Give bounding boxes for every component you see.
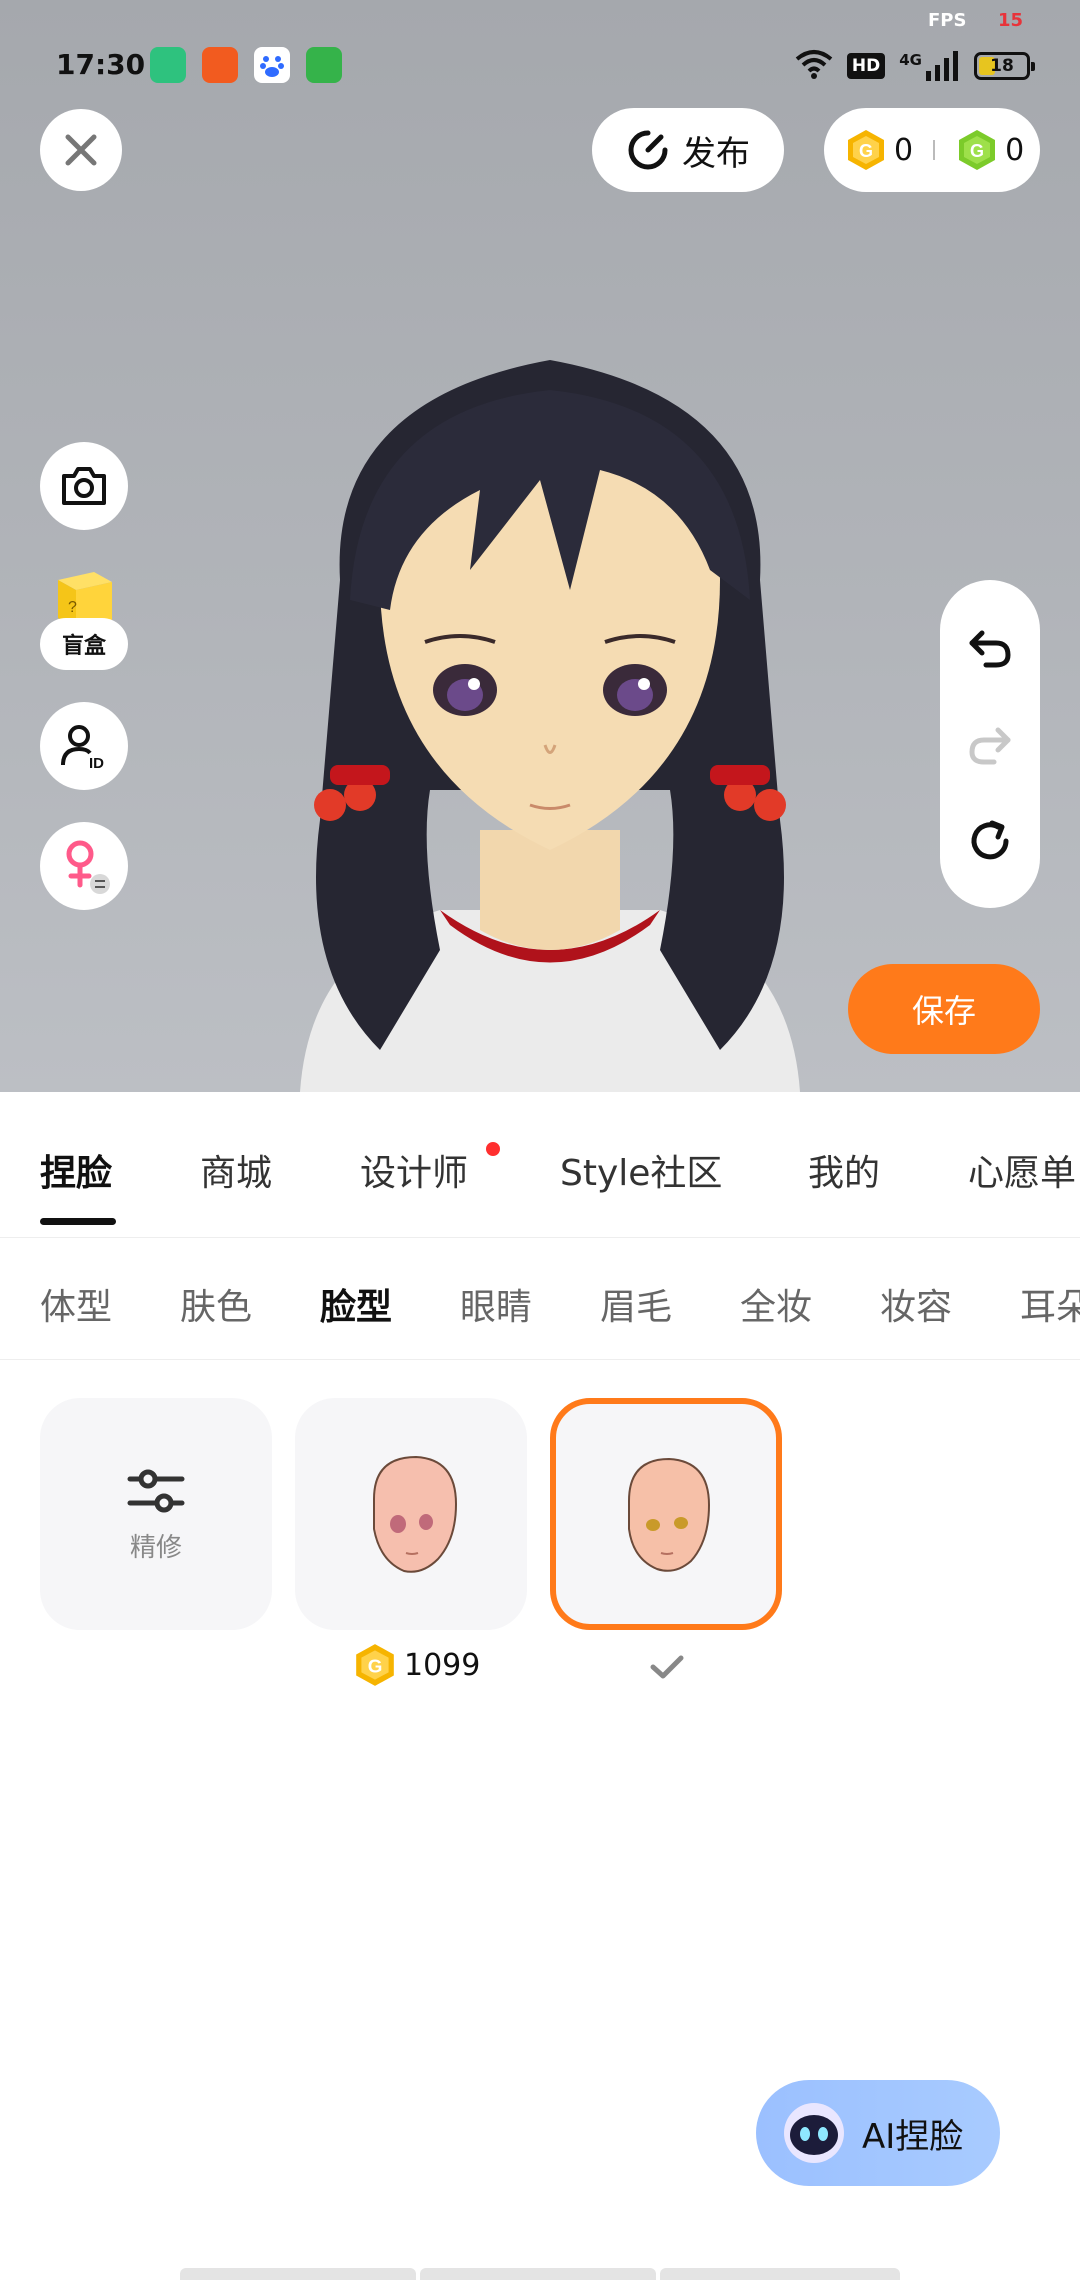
- hd-badge: HD: [846, 53, 886, 79]
- face-shape-preview-icon: [373, 1455, 458, 1573]
- camera-icon: [62, 467, 106, 505]
- history-panel: [940, 580, 1040, 908]
- svg-text:G: G: [970, 141, 984, 161]
- coin-balance[interactable]: G 0 G 0: [824, 108, 1040, 192]
- fps-label: FPS: [928, 10, 967, 31]
- green-coin-icon: G: [959, 130, 996, 170]
- selected-check-icon: [650, 1655, 684, 1679]
- active-tab-indicator: [40, 1218, 116, 1225]
- refine-tile[interactable]: 精修: [40, 1398, 272, 1630]
- wechat-app-icon: [306, 47, 342, 83]
- ai-face-button[interactable]: AI捏脸: [756, 2080, 1000, 2186]
- tab-face-sculpt[interactable]: 捏脸: [40, 1144, 112, 1196]
- reset-button[interactable]: [965, 816, 1015, 866]
- reset-icon: [971, 820, 1009, 860]
- status-bar: 17:30 FPS 15 HD 4G 18: [0, 0, 1080, 120]
- publish-button[interactable]: 发布: [592, 108, 784, 192]
- item-price: G 1099: [352, 1642, 480, 1688]
- undo-button[interactable]: [965, 622, 1015, 672]
- status-right: HD 4G 18: [795, 46, 1035, 86]
- battery-icon: 18: [974, 52, 1035, 80]
- signal-icon: 4G: [899, 51, 960, 81]
- ai-face-label: AI捏脸: [862, 2116, 964, 2157]
- status-time: 17:30: [56, 48, 146, 81]
- blind-box-button[interactable]: 盲盒: [40, 618, 128, 670]
- save-button[interactable]: 保存: [848, 964, 1040, 1054]
- redo-button[interactable]: [965, 719, 1015, 769]
- robot-icon: [784, 2103, 844, 2163]
- subtab-eyes[interactable]: 眼睛: [460, 1278, 532, 1330]
- avatar-model[interactable]: [240, 350, 860, 1092]
- gesture-bar-center: [420, 2268, 656, 2280]
- close-button[interactable]: [40, 109, 122, 191]
- camera-button[interactable]: [40, 442, 128, 530]
- undo-icon: [969, 630, 1011, 668]
- tab-mine[interactable]: 我的: [808, 1144, 880, 1196]
- avatar-id-button[interactable]: ID: [40, 702, 128, 790]
- tab-wishlist[interactable]: 心愿单: [968, 1144, 1076, 1196]
- face-shape-preview-icon: [628, 1457, 711, 1572]
- category-tab-bar: 体型 肤色 脸型 眼睛 眉毛 全妆 妆容 耳朵: [0, 1238, 1080, 1360]
- designer-notification-dot: [486, 1142, 500, 1156]
- wifi-icon: [795, 49, 833, 83]
- network-type: 4G: [899, 51, 922, 69]
- svg-text:G: G: [859, 141, 873, 161]
- sliders-icon: [127, 1469, 185, 1512]
- subtab-face-shape[interactable]: 脸型: [320, 1278, 392, 1330]
- close-icon: [65, 134, 97, 166]
- subtab-eyebrows[interactable]: 眉毛: [600, 1278, 672, 1330]
- coin-divider: [933, 140, 936, 160]
- subtab-body[interactable]: 体型: [40, 1278, 112, 1330]
- svg-text:G: G: [368, 1655, 383, 1676]
- kuaishou-icon: [202, 47, 238, 83]
- subtab-skin[interactable]: 肤色: [180, 1278, 252, 1330]
- gold-coin-icon: G: [848, 130, 884, 170]
- tab-style-community[interactable]: Style社区: [560, 1144, 722, 1196]
- tab-mall[interactable]: 商城: [200, 1144, 272, 1196]
- fps-value: 15: [998, 10, 1024, 31]
- face-shape-item[interactable]: [295, 1398, 527, 1630]
- green-coin-count: 0: [1005, 132, 1025, 168]
- gold-coin-count: 0: [894, 132, 914, 168]
- gesture-bar-right: [660, 2268, 900, 2280]
- battery-level: 18: [990, 56, 1014, 76]
- user-id-icon: ID: [61, 725, 104, 771]
- tab-designer[interactable]: 设计师: [360, 1144, 468, 1196]
- publish-icon: [628, 130, 668, 170]
- svg-text:ID: ID: [89, 755, 104, 771]
- main-tab-bar: 捏脸 商城 设计师 Style社区 我的 心愿单: [0, 1092, 1080, 1238]
- face-shape-item-selected[interactable]: [550, 1398, 782, 1630]
- publish-label: 发布: [682, 133, 750, 174]
- subtab-makeup[interactable]: 妆容: [880, 1278, 952, 1330]
- subtab-full-makeup[interactable]: 全妆: [740, 1278, 812, 1330]
- battery-app-icon: [150, 47, 186, 83]
- gender-switch-button[interactable]: [40, 822, 128, 910]
- female-icon: [66, 840, 110, 894]
- gesture-bar-left: [180, 2268, 416, 2280]
- refine-label: 精修: [129, 1532, 182, 1563]
- item-price-value: 1099: [404, 1647, 481, 1683]
- baidu-icon: [254, 47, 290, 83]
- svg-text:?: ?: [68, 599, 77, 616]
- redo-icon: [969, 727, 1011, 765]
- gold-coin-icon: G: [356, 1644, 394, 1686]
- subtab-ears[interactable]: 耳朵: [1020, 1278, 1080, 1330]
- avatar-preview-stage[interactable]: 17:30 FPS 15 HD 4G 18 发布 G 0 G 0 ? 盲盒 ID…: [0, 0, 1080, 1092]
